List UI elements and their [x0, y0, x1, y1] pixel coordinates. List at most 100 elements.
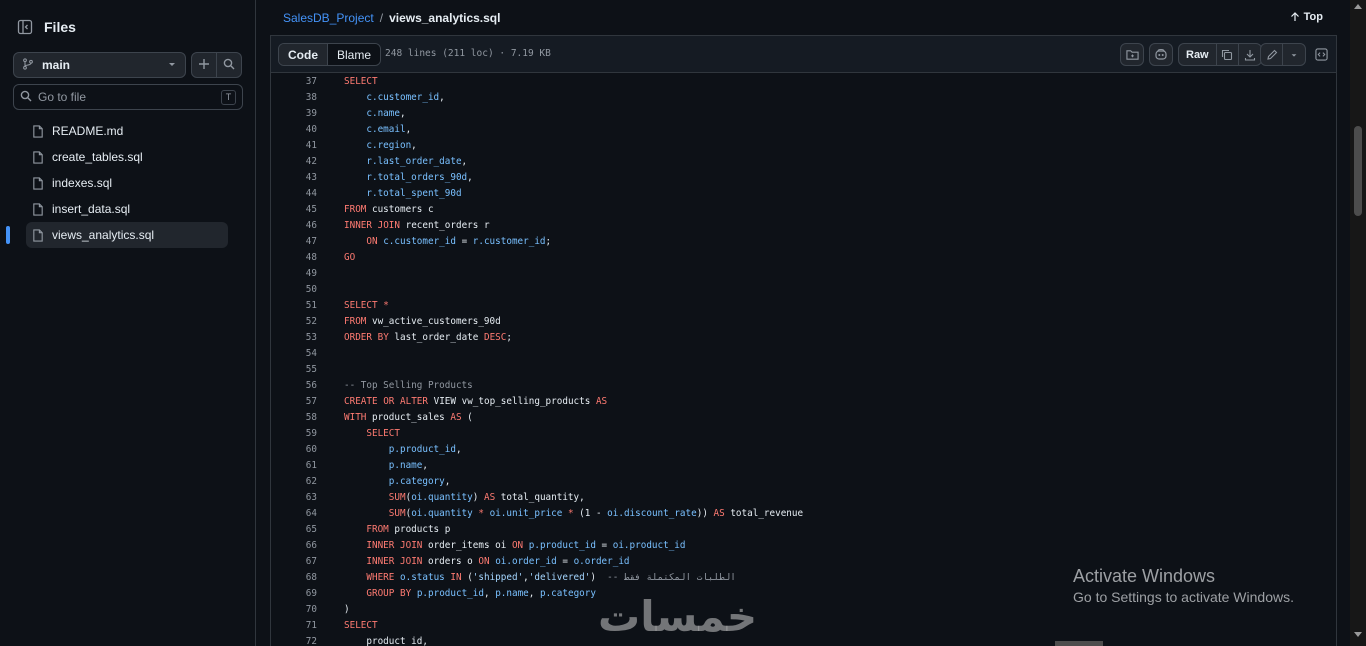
file-item-create-tables[interactable]: create_tables.sql [26, 144, 228, 170]
line-number[interactable]: 55 [271, 364, 317, 375]
line-number[interactable]: 62 [271, 476, 317, 487]
line-number[interactable]: 38 [271, 92, 317, 103]
code-text: FROM vw_active_customers_90d [344, 315, 501, 327]
back-to-top-button[interactable]: Top [1290, 11, 1323, 23]
symbols-button[interactable] [1310, 43, 1332, 66]
file-item-indexes[interactable]: indexes.sql [26, 170, 228, 196]
code-line: 64 SUM(oi.quantity * oi.unit_price * (1 … [271, 505, 1336, 521]
code-line: 61 p.name, [271, 457, 1336, 473]
chevron-down-icon[interactable] [1283, 44, 1305, 65]
code-text: SELECT [366, 427, 400, 439]
file-item-insert-data[interactable]: insert_data.sql [26, 196, 228, 222]
keyboard-shortcut-badge: T [221, 89, 236, 105]
line-number[interactable]: 56 [271, 380, 317, 391]
tab-code[interactable]: Code [279, 44, 328, 65]
tab-blame[interactable]: Blame [328, 44, 381, 65]
line-number[interactable]: 70 [271, 604, 317, 615]
file-tree: README.md create_tables.sql indexes.sql … [26, 118, 228, 248]
line-number[interactable]: 41 [271, 140, 317, 151]
line-number[interactable]: 48 [271, 252, 317, 263]
branch-selector[interactable]: main [13, 52, 186, 78]
code-line: 60 p.product_id, [271, 441, 1336, 457]
add-file-button[interactable] [191, 52, 217, 78]
code-text: r.last_order_date, [366, 155, 468, 167]
code-line: 42 r.last_order_date, [271, 153, 1336, 169]
code-line: 52 FROM vw_active_customers_90d [271, 313, 1336, 329]
code-line: 47 ON c.customer_id = r.customer_id; [271, 233, 1336, 249]
code-view[interactable]: 37 SELECT 38 c.customer_id, 39 c.name, 40 c.… [270, 73, 1337, 646]
search-icon [223, 58, 235, 73]
code-line: 63 SUM(oi.quantity) AS total_quantity, [271, 489, 1336, 505]
breadcrumb: SalesDB_Project / views_analytics.sql To… [270, 0, 1337, 36]
line-number[interactable]: 51 [271, 300, 317, 311]
line-number[interactable]: 57 [271, 396, 317, 407]
line-number[interactable]: 42 [271, 156, 317, 167]
line-number[interactable]: 46 [271, 220, 317, 231]
line-number[interactable]: 58 [271, 412, 317, 423]
line-number[interactable]: 68 [271, 572, 317, 583]
file-item-readme[interactable]: README.md [26, 118, 228, 144]
go-to-file-input[interactable] [38, 90, 221, 104]
line-number[interactable]: 47 [271, 236, 317, 247]
line-number[interactable]: 43 [271, 172, 317, 183]
line-number[interactable]: 44 [271, 188, 317, 199]
horizontal-scroll-thumb[interactable] [1055, 641, 1103, 646]
line-number[interactable]: 53 [271, 332, 317, 343]
code-line: 53 ORDER BY last_order_date DESC; [271, 329, 1336, 345]
code-line: 65 FROM products p [271, 521, 1336, 537]
line-number[interactable]: 59 [271, 428, 317, 439]
file-meta: 248 lines (211 loc) · 7.19 KB [385, 48, 551, 59]
line-number[interactable]: 64 [271, 508, 317, 519]
line-number[interactable]: 71 [271, 620, 317, 631]
plus-icon [198, 58, 210, 73]
code-line: 46 INNER JOIN recent_orders r [271, 217, 1336, 233]
git-branch-icon [22, 57, 34, 73]
raw-button[interactable]: Raw [1179, 44, 1217, 65]
code-text: r.total_orders_90d, [366, 171, 473, 183]
line-number[interactable]: 49 [271, 268, 317, 279]
code-text: INNER JOIN orders o ON oi.order_id = o.o… [366, 555, 630, 567]
go-to-file-field[interactable]: T [13, 84, 243, 110]
code-text: SUM(oi.quantity) AS total_quantity, [388, 491, 585, 503]
line-number[interactable]: 61 [271, 460, 317, 471]
line-number[interactable]: 45 [271, 204, 317, 215]
code-text: FROM products p [366, 523, 451, 535]
line-number[interactable]: 69 [271, 588, 317, 599]
code-line: 41 c.region, [271, 137, 1336, 153]
line-number[interactable]: 66 [271, 540, 317, 551]
branch-name: main [42, 58, 71, 72]
file-item-views-analytics[interactable]: views_analytics.sql [26, 222, 228, 248]
scroll-up-arrow-icon[interactable] [1354, 4, 1362, 9]
line-number[interactable]: 54 [271, 348, 317, 359]
code-line: 50 [271, 281, 1336, 297]
line-number[interactable]: 50 [271, 284, 317, 295]
search-code-button[interactable] [216, 52, 242, 78]
copy-icon[interactable] [1217, 44, 1239, 65]
line-number[interactable]: 67 [271, 556, 317, 567]
line-number[interactable]: 40 [271, 124, 317, 135]
breadcrumb-repo-link[interactable]: SalesDB_Project [283, 11, 374, 25]
line-number[interactable]: 65 [271, 524, 317, 535]
download-icon[interactable] [1239, 44, 1261, 65]
line-number[interactable]: 60 [271, 444, 317, 455]
line-number[interactable]: 72 [271, 636, 317, 646]
pencil-icon[interactable] [1261, 44, 1283, 65]
line-number[interactable]: 39 [271, 108, 317, 119]
code-line: 54 [271, 345, 1336, 361]
code-text: SELECT [344, 619, 378, 631]
folder-tree-icon [1121, 44, 1143, 65]
file-icon [32, 202, 44, 216]
code-text: FROM customers c [344, 203, 434, 215]
line-number[interactable]: 52 [271, 316, 317, 327]
symbols-panel-button[interactable] [1120, 43, 1144, 66]
copilot-button[interactable] [1149, 43, 1173, 66]
vertical-scrollbar[interactable] [1350, 0, 1366, 646]
collapse-sidebar-icon[interactable] [14, 16, 36, 38]
code-text: SUM(oi.quantity * oi.unit_price * (1 - o… [388, 507, 804, 519]
code-line: 59 SELECT [271, 425, 1336, 441]
line-number[interactable]: 37 [271, 76, 317, 87]
vertical-scroll-thumb[interactable] [1354, 126, 1362, 216]
line-number[interactable]: 63 [271, 492, 317, 503]
scroll-down-arrow-icon[interactable] [1354, 632, 1362, 637]
code-text: c.name, [366, 107, 406, 119]
